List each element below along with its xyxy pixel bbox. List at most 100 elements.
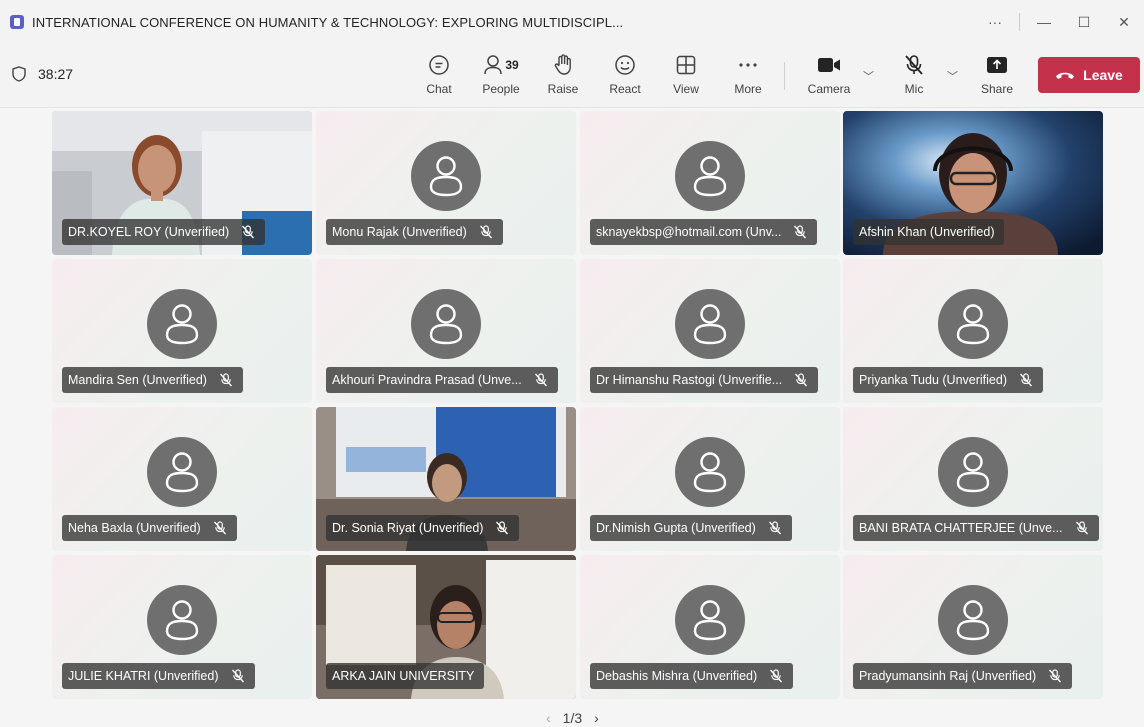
hand-icon xyxy=(554,54,571,75)
grid-view-icon xyxy=(676,55,696,75)
participant-name-tag: Pradyumansinh Raj (Unverified) xyxy=(853,663,1073,689)
participant-tile[interactable]: BANI BRATA CHATTERJEE (Unve... xyxy=(843,407,1103,551)
person-icon xyxy=(693,452,727,493)
participant-tile[interactable]: Priyanka Tudu (Unverified) xyxy=(843,259,1103,403)
more-dots-icon xyxy=(739,63,757,67)
person-icon xyxy=(165,304,199,345)
participant-name: ARKA JAIN UNIVERSITY xyxy=(332,669,475,683)
raise-hand-button[interactable]: Raise xyxy=(535,52,591,102)
mic-muted-icon xyxy=(213,521,227,535)
participant-tile[interactable]: Dr Himanshu Rastogi (Unverifie... xyxy=(580,259,840,403)
gallery-pager: ‹ 1/3 › xyxy=(540,710,605,726)
participant-tile[interactable]: Neha Baxla (Unverified) xyxy=(52,407,312,551)
next-page-button[interactable]: › xyxy=(594,710,599,726)
avatar xyxy=(938,437,1008,507)
divider xyxy=(1019,13,1020,31)
close-button[interactable]: ✕ xyxy=(1104,14,1144,31)
title-bar: INTERNATIONAL CONFERENCE ON HUMANITY & T… xyxy=(0,0,1144,44)
participant-name: Akhouri Pravindra Prasad (Unve... xyxy=(332,373,522,387)
mic-muted-icon xyxy=(495,521,509,535)
people-label: People xyxy=(482,82,520,96)
share-icon xyxy=(987,57,1007,73)
participant-name: Dr. Sonia Riyat (Unverified) xyxy=(332,521,484,535)
page-indicator: 1/3 xyxy=(562,710,583,726)
camera-icon xyxy=(818,58,840,72)
mic-muted-icon xyxy=(479,225,493,239)
participant-tile[interactable]: sknayekbsp@hotmail.com (Unv... xyxy=(580,111,840,255)
participant-tile[interactable]: Afshin Khan (Unverified) xyxy=(843,111,1103,255)
avatar xyxy=(675,289,745,359)
share-label: Share xyxy=(980,82,1014,96)
participant-name: Monu Rajak (Unverified) xyxy=(332,225,467,239)
participant-tile[interactable]: Akhouri Pravindra Prasad (Unve... xyxy=(316,259,576,403)
react-button[interactable]: React xyxy=(597,52,653,102)
previous-page-button[interactable]: ‹ xyxy=(546,710,551,726)
participant-tile[interactable]: Mandira Sen (Unverified) xyxy=(52,259,312,403)
react-label: React xyxy=(609,82,641,96)
person-icon xyxy=(429,304,463,345)
avatar xyxy=(675,437,745,507)
participant-name: Neha Baxla (Unverified) xyxy=(68,521,201,535)
avatar xyxy=(147,585,217,655)
mic-label: Mic xyxy=(904,82,924,96)
person-icon xyxy=(693,304,727,345)
leave-button[interactable]: Leave xyxy=(1038,57,1140,93)
mic-muted-icon xyxy=(241,225,255,239)
participant-tile[interactable]: Debashis Mishra (Unverified) xyxy=(580,555,840,699)
avatar xyxy=(411,289,481,359)
participant-name: BANI BRATA CHATTERJEE (Unve... xyxy=(859,521,1063,535)
participant-name: Pradyumansinh Raj (Unverified) xyxy=(859,669,1037,683)
participant-name-tag: Afshin Khan (Unverified) xyxy=(853,219,1005,245)
avatar xyxy=(675,141,745,211)
meeting-timer: 38:27 xyxy=(12,66,73,82)
mic-muted-icon xyxy=(1048,669,1062,683)
participant-tile-active-speaker[interactable]: ARKA JAIN UNIVERSITY xyxy=(316,555,576,699)
mic-muted-icon xyxy=(219,373,233,387)
mic-button[interactable]: Mic xyxy=(886,52,942,102)
shield-icon xyxy=(12,66,26,82)
mic-options-chevron-icon[interactable]: ﹀ xyxy=(947,68,958,84)
more-button[interactable]: More xyxy=(720,52,776,102)
people-button[interactable]: 39 People xyxy=(473,52,529,102)
camera-options-chevron-icon[interactable]: ﹀ xyxy=(863,68,874,84)
mic-muted-icon xyxy=(793,225,807,239)
person-icon xyxy=(165,452,199,493)
mic-muted-icon xyxy=(534,373,548,387)
person-icon xyxy=(429,156,463,197)
participant-tile[interactable]: Dr.Nimish Gupta (Unverified) xyxy=(580,407,840,551)
participant-name-tag: BANI BRATA CHATTERJEE (Unve... xyxy=(853,515,1099,541)
participant-name: Priyanka Tudu (Unverified) xyxy=(859,373,1007,387)
leave-label: Leave xyxy=(1083,67,1123,83)
participant-tile[interactable]: Dr. Sonia Riyat (Unverified) xyxy=(316,407,576,551)
mic-muted-icon xyxy=(1075,521,1089,535)
people-icon xyxy=(484,55,503,75)
participant-name-tag: Akhouri Pravindra Prasad (Unve... xyxy=(326,367,558,393)
participant-tile[interactable]: DR.KOYEL ROY (Unverified) xyxy=(52,111,312,255)
participant-name-tag: Monu Rajak (Unverified) xyxy=(326,219,503,245)
participant-name: Afshin Khan (Unverified) xyxy=(859,225,995,239)
more-options-button[interactable]: ··· xyxy=(975,14,1015,30)
minimize-button[interactable]: — xyxy=(1024,14,1064,30)
view-label: View xyxy=(673,82,699,96)
avatar xyxy=(411,141,481,211)
view-button[interactable]: View xyxy=(658,52,714,102)
chat-button[interactable]: Chat xyxy=(411,52,467,102)
participant-name-tag: Priyanka Tudu (Unverified) xyxy=(853,367,1043,393)
person-icon xyxy=(956,600,990,641)
person-icon xyxy=(956,304,990,345)
camera-button[interactable]: Camera xyxy=(801,52,857,102)
participant-name: sknayekbsp@hotmail.com (Unv... xyxy=(596,225,782,239)
avatar xyxy=(147,289,217,359)
participant-tile[interactable]: Pradyumansinh Raj (Unverified) xyxy=(843,555,1103,699)
participant-tile[interactable]: Monu Rajak (Unverified) xyxy=(316,111,576,255)
participant-tile[interactable]: JULIE KHATRI (Unverified) xyxy=(52,555,312,699)
mic-muted-icon xyxy=(794,373,808,387)
participant-name: Dr.Nimish Gupta (Unverified) xyxy=(596,521,756,535)
participant-name-tag: JULIE KHATRI (Unverified) xyxy=(62,663,255,689)
people-count: 39 xyxy=(505,58,519,72)
mic-muted-icon xyxy=(1019,373,1033,387)
maximize-button[interactable]: ☐ xyxy=(1064,14,1104,31)
participant-name: JULIE KHATRI (Unverified) xyxy=(68,669,219,683)
person-icon xyxy=(165,600,199,641)
share-button[interactable]: Share xyxy=(969,52,1025,102)
